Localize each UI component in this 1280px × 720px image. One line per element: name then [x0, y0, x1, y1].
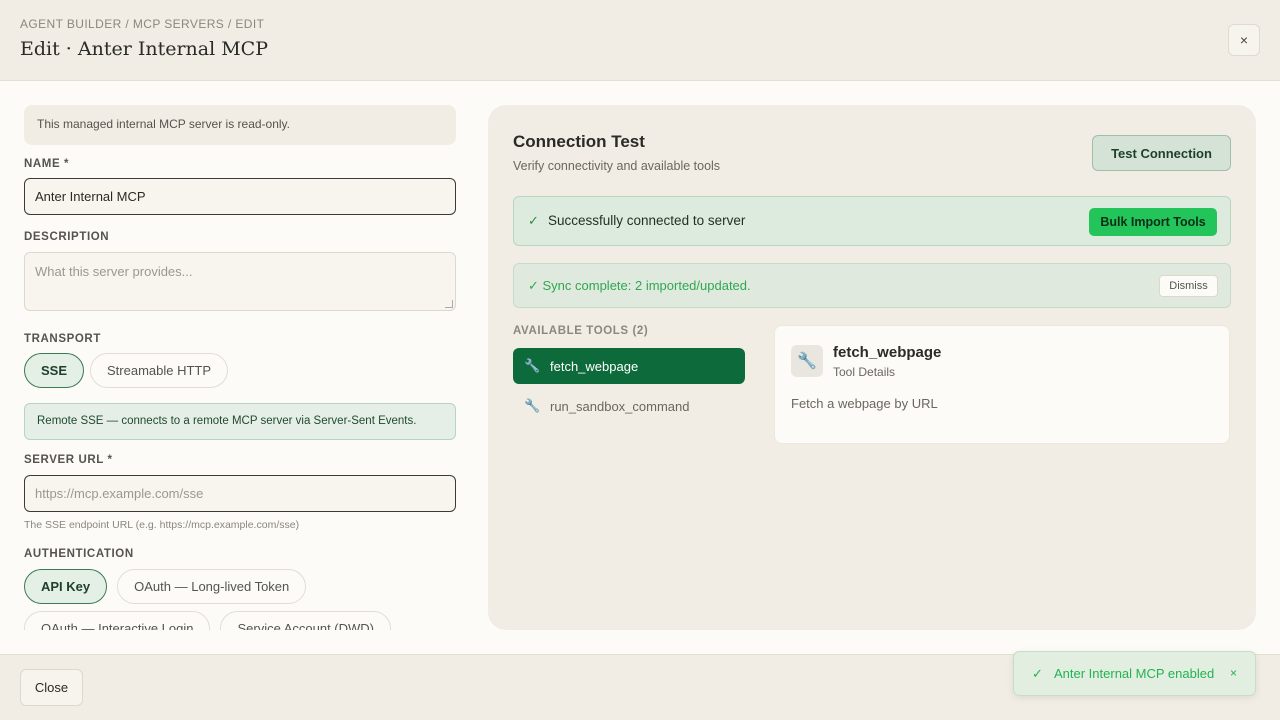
connection-success-banner: ✓ Successfully connected to server Bulk … — [513, 196, 1231, 246]
toast-close-icon[interactable]: × — [1230, 666, 1237, 680]
sync-status-text: ✓ Sync complete: 2 imported/updated. — [528, 278, 751, 293]
transport-option-streamable-http[interactable]: Streamable HTTP — [90, 353, 229, 388]
authentication-label: AUTHENTICATION — [24, 548, 134, 560]
connection-test-subtitle: Verify connectivity and available tools — [513, 159, 721, 173]
tool-item-run-sandbox-command[interactable]: 🔧 run_sandbox_command — [513, 388, 745, 424]
resize-grip-icon[interactable] — [445, 300, 453, 308]
description-label: DESCRIPTION — [24, 231, 110, 243]
description-placeholder: What this server provides... — [35, 264, 193, 279]
page-title: Edit · Anter Internal MCP — [20, 38, 268, 60]
wrench-icon: 🔧 — [791, 345, 823, 377]
auth-option-oauth-long-lived[interactable]: OAuth — Long-lived Token — [117, 569, 307, 604]
name-input[interactable]: Anter Internal MCP — [24, 178, 456, 215]
transport-options: SSE Streamable HTTP — [24, 353, 234, 388]
auth-options-row-1: API Key OAuth — Long-lived Token — [24, 569, 312, 604]
close-dialog-button[interactable]: × — [1228, 24, 1260, 56]
auth-option-oauth-interactive[interactable]: OAuth — Interactive Login — [24, 611, 211, 630]
auth-option-api-key[interactable]: API Key — [24, 569, 108, 604]
tool-item-label: run_sandbox_command — [550, 398, 690, 414]
check-icon: ✓ — [528, 213, 539, 228]
wrench-icon: 🔧 — [524, 358, 541, 373]
bulk-import-tools-button[interactable]: Bulk Import Tools — [1089, 208, 1217, 236]
transport-option-sse[interactable]: SSE — [24, 353, 85, 388]
connection-test-title: Connection Test — [513, 132, 645, 151]
server-form: This managed internal MCP server is read… — [24, 105, 456, 630]
tool-detail-card: 🔧 fetch_webpage Tool Details Fetch a web… — [774, 325, 1230, 444]
tool-detail-description: Fetch a webpage by URL — [791, 396, 938, 411]
available-tools-label: AVAILABLE TOOLS (2) — [513, 325, 649, 337]
connection-test-panel: Connection Test Verify connectivity and … — [488, 105, 1256, 630]
test-connection-button[interactable]: Test Connection — [1092, 135, 1231, 171]
auth-options-row-2: OAuth — Interactive Login Service Account… — [24, 611, 397, 630]
dismiss-button[interactable]: Dismiss — [1159, 275, 1218, 297]
server-url-hint: The SSE endpoint URL (e.g. https://mcp.e… — [24, 519, 300, 531]
tool-detail-subtitle: Tool Details — [833, 365, 896, 379]
toast-notification: ✓ Anter Internal MCP enabled × — [1013, 651, 1256, 696]
breadcrumb: AGENT BUILDER / MCP SERVERS / EDIT — [20, 17, 265, 31]
transport-label: TRANSPORT — [24, 333, 101, 345]
connection-success-text: Successfully connected to server — [548, 213, 746, 228]
name-value: Anter Internal MCP — [35, 189, 146, 204]
name-label: NAME * — [24, 158, 70, 170]
server-url-label: SERVER URL * — [24, 454, 113, 466]
tool-detail-name: fetch_webpage — [833, 344, 942, 361]
readonly-notice: This managed internal MCP server is read… — [24, 105, 456, 145]
tool-item-fetch-webpage[interactable]: 🔧 fetch_webpage — [513, 348, 745, 384]
tool-item-label: fetch_webpage — [550, 358, 639, 374]
toast-text: Anter Internal MCP enabled — [1054, 666, 1215, 681]
close-icon: × — [1239, 32, 1249, 48]
check-icon: ✓ — [1032, 666, 1043, 681]
server-url-placeholder: https://mcp.example.com/sse — [35, 486, 204, 501]
auth-option-service-account[interactable]: Service Account (DWD) — [220, 611, 392, 630]
server-url-input[interactable]: https://mcp.example.com/sse — [24, 475, 456, 512]
wrench-icon: 🔧 — [524, 398, 541, 413]
description-textarea[interactable]: What this server provides... — [24, 252, 456, 311]
transport-info: Remote SSE — connects to a remote MCP se… — [24, 403, 456, 440]
sync-status-banner: ✓ Sync complete: 2 imported/updated. Dis… — [513, 263, 1231, 308]
close-button[interactable]: Close — [20, 669, 83, 706]
page-header: AGENT BUILDER / MCP SERVERS / EDIT Edit … — [0, 0, 1280, 81]
